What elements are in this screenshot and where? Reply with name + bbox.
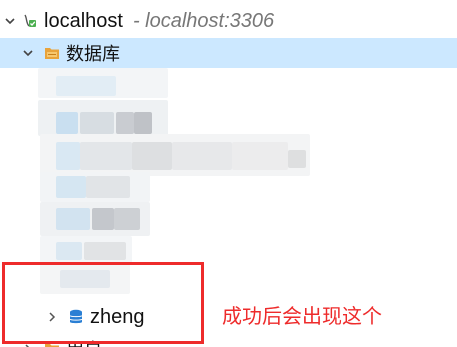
navigator-tree: localhost - localhost:3306 数据库 zheng 成功后… [0, 0, 457, 347]
annotation-caption: 成功后会出现这个 [222, 304, 382, 328]
connection-address: - localhost:3306 [132, 9, 275, 32]
folder-icon [44, 45, 60, 61]
connection-name: localhost [44, 9, 123, 32]
highlight-box [2, 262, 204, 344]
chevron-down-icon[interactable] [2, 13, 18, 29]
tree-node-databases[interactable]: 数据库 [0, 38, 457, 68]
chevron-down-icon[interactable] [20, 45, 36, 61]
server-connection-icon [22, 13, 38, 29]
databases-folder-label: 数据库 [66, 44, 120, 64]
tree-node-connection[interactable]: localhost - localhost:3306 [0, 4, 457, 38]
